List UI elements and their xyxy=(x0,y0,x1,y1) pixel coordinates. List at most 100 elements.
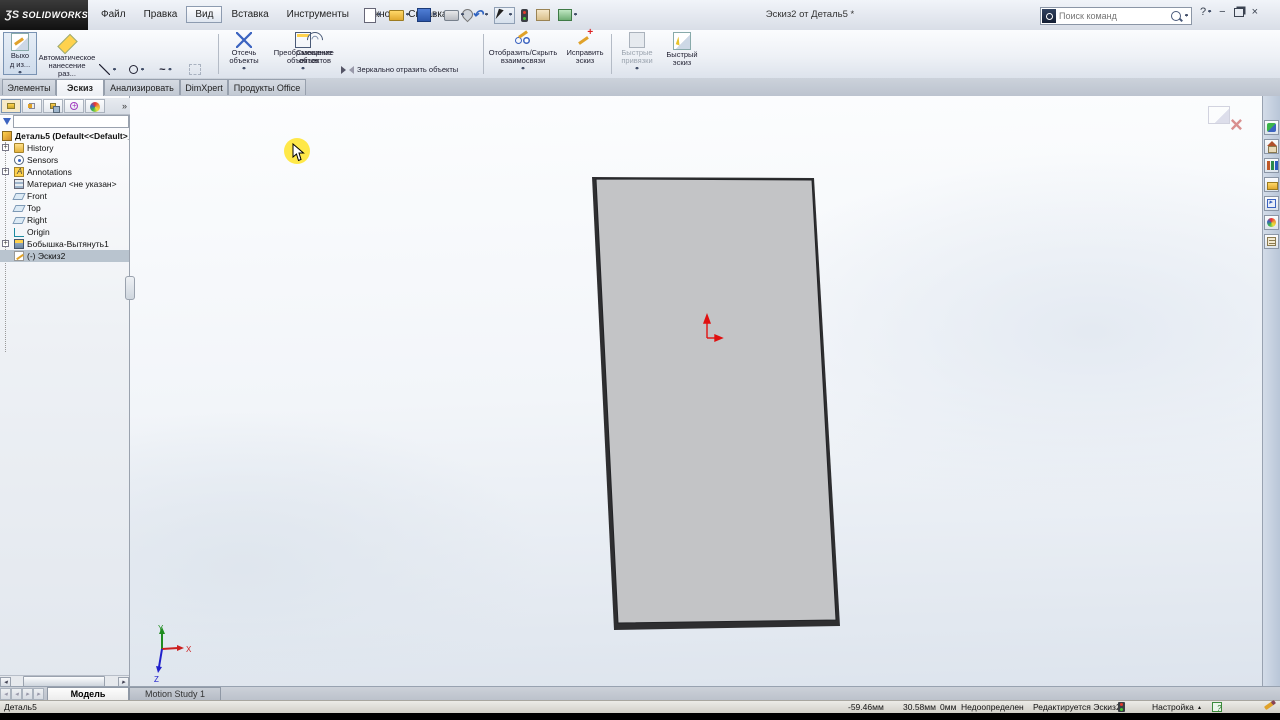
help-button[interactable]: ?▾ xyxy=(1200,6,1211,18)
tree-item-right-plane[interactable]: Right xyxy=(0,214,129,226)
tab-scroll-last-icon[interactable]: ▸ xyxy=(33,688,44,700)
tree-item-material[interactable]: Материал <не указан> xyxy=(0,178,129,190)
lasso-tool-button[interactable] xyxy=(186,62,216,77)
tab-office-products[interactable]: Продукты Office xyxy=(228,79,306,95)
expand-icon[interactable]: + xyxy=(2,240,9,247)
panel-splitter-handle[interactable] xyxy=(125,276,135,300)
file-properties-button[interactable] xyxy=(534,7,552,23)
restore-button[interactable] xyxy=(1234,8,1244,17)
part-face[interactable] xyxy=(596,179,836,623)
select-button[interactable]: ▾ xyxy=(494,7,515,24)
status-custom-button[interactable]: Настройка xyxy=(1152,702,1194,712)
line-tool-button[interactable]: ▾ xyxy=(96,62,126,77)
search-icon[interactable] xyxy=(1171,11,1181,21)
tab-model[interactable]: Модель xyxy=(47,687,129,700)
tree-item-front-plane[interactable]: Front xyxy=(0,190,129,202)
tree-item-boss-extrude[interactable]: +Бобышка-Вытянуть1 xyxy=(0,238,129,250)
cancel-sketch-icon[interactable]: × xyxy=(1230,114,1243,136)
dropdown-icon[interactable]: ▾ xyxy=(406,12,409,18)
appearances-scenes-button[interactable] xyxy=(1264,215,1279,230)
tab-scroll-next-icon[interactable]: ▸ xyxy=(22,688,33,700)
property-manager-tab[interactable] xyxy=(22,99,42,113)
design-library-button[interactable] xyxy=(1264,158,1279,173)
scroll-left-icon[interactable]: ◂ xyxy=(0,677,11,687)
dropdown-icon[interactable]: ▾ xyxy=(113,67,116,73)
dropdown-icon[interactable]: ▾ xyxy=(378,12,381,18)
search-input[interactable] xyxy=(1057,9,1167,23)
panel-expand-icon[interactable]: » xyxy=(122,101,127,111)
print-button[interactable]: ▾ xyxy=(442,8,466,23)
spline-tool-button[interactable]: ~▾ xyxy=(156,62,186,77)
dropdown-icon[interactable]: ▾ xyxy=(635,66,638,72)
tree-filter-input[interactable] xyxy=(13,115,129,128)
dropdown-icon[interactable]: ▾ xyxy=(461,12,464,18)
menu-file[interactable]: Файл xyxy=(92,6,135,23)
undo-button[interactable]: ↶▾ xyxy=(470,7,490,23)
tab-features[interactable]: Элементы xyxy=(2,79,56,95)
close-button[interactable]: × xyxy=(1252,6,1258,18)
tab-scroll-first-icon[interactable]: ◂ xyxy=(0,688,11,700)
tree-item-top-plane[interactable]: Top xyxy=(0,202,129,214)
repair-sketch-button[interactable]: Исправить эскиз xyxy=(561,32,609,75)
command-search[interactable]: ▾ xyxy=(1040,7,1192,25)
dropdown-icon[interactable]: ▾ xyxy=(141,67,144,73)
view-palette-button[interactable] xyxy=(1264,196,1279,211)
tab-scroll-prev-icon[interactable]: ◂ xyxy=(11,688,22,700)
scroll-right-icon[interactable]: ▸ xyxy=(118,677,129,687)
tree-item-sketch2[interactable]: (-) Эскиз2 xyxy=(0,250,129,262)
custom-properties-button[interactable] xyxy=(1264,234,1279,249)
tree-item-annotations[interactable]: +Annotations xyxy=(0,166,129,178)
dropdown-icon[interactable]: ▾ xyxy=(574,12,577,18)
save-button[interactable]: ▾ xyxy=(415,6,438,24)
confirm-exit-sketch-icon[interactable] xyxy=(1208,106,1230,124)
file-explorer-button[interactable] xyxy=(1264,177,1279,192)
tree-item-history[interactable]: +History xyxy=(0,142,129,154)
minimize-button[interactable]: − xyxy=(1219,6,1225,18)
dropdown-icon[interactable]: ▾ xyxy=(433,12,436,18)
expand-icon[interactable]: + xyxy=(2,144,9,151)
tab-sketch[interactable]: Эскиз xyxy=(56,79,104,96)
plane-icon xyxy=(12,217,25,224)
dropdown-icon[interactable]: ▾ xyxy=(168,67,171,73)
rebuild-button[interactable] xyxy=(519,7,530,24)
trim-entities-button[interactable]: Отсечь объекты ▾ xyxy=(222,32,266,75)
rapid-sketch-button[interactable]: Быстрый эскиз xyxy=(661,32,703,75)
tree-item-part-root[interactable]: Деталь5 (Default<<Default>_Ph xyxy=(0,130,129,142)
search-dropdown-icon[interactable]: ▾ xyxy=(1185,13,1188,19)
dropdown-icon[interactable]: ▾ xyxy=(485,12,488,18)
tab-motion-study[interactable]: Motion Study 1 xyxy=(129,687,221,700)
quick-snaps-button[interactable]: Быстрые привязки ▾ xyxy=(615,32,659,75)
open-button[interactable]: ▾ xyxy=(387,8,411,23)
graphics-area[interactable]: X Y Z × xyxy=(130,96,1262,686)
dropdown-icon[interactable]: ▾ xyxy=(1208,9,1211,15)
dropdown-icon[interactable]: ▾ xyxy=(242,66,245,72)
menu-tools[interactable]: Инструменты xyxy=(278,6,358,23)
status-help-icon[interactable]: ? xyxy=(1212,702,1222,712)
menu-view[interactable]: Вид xyxy=(186,6,222,23)
status-custom-dropdown-icon[interactable]: ▴ xyxy=(1198,704,1201,711)
configuration-manager-tab[interactable] xyxy=(43,99,63,113)
tab-dimxpert[interactable]: DimXpert xyxy=(180,79,228,95)
smart-dimension-button[interactable]: Автоматическое нанесение раз... ▾ xyxy=(40,32,94,75)
dropdown-icon[interactable]: ▾ xyxy=(509,12,512,18)
mirror-entities-button[interactable]: Зеркально отразить объекты xyxy=(341,62,466,77)
expand-icon[interactable]: + xyxy=(2,168,9,175)
solidworks-resources-button[interactable] xyxy=(1264,120,1279,135)
feature-tree-tab[interactable] xyxy=(1,99,21,113)
tab-evaluate[interactable]: Анализировать xyxy=(104,79,180,95)
dropdown-icon[interactable]: ▾ xyxy=(18,70,21,76)
tree-item-origin[interactable]: Origin xyxy=(0,226,129,238)
home-button[interactable] xyxy=(1264,139,1279,154)
tree-item-sensors[interactable]: Sensors xyxy=(0,154,129,166)
display-relations-button[interactable]: Отобразить/Скрыть взаимосвязи ▾ xyxy=(487,32,559,75)
circle-tool-button[interactable]: ▾ xyxy=(126,62,156,77)
dimxpert-manager-tab[interactable] xyxy=(64,99,84,113)
dropdown-icon[interactable]: ▾ xyxy=(521,66,524,72)
new-document-button[interactable]: ▾ xyxy=(362,6,383,25)
offset-entities-button[interactable]: Смещение объектов xyxy=(292,32,338,75)
menu-insert[interactable]: Вставка xyxy=(222,6,277,23)
options-button[interactable]: ▾ xyxy=(556,7,579,23)
display-manager-tab[interactable] xyxy=(85,99,105,113)
exit-sketch-button[interactable]: Выхо д из... ▾ xyxy=(3,32,37,75)
menu-edit[interactable]: Правка xyxy=(135,6,187,23)
